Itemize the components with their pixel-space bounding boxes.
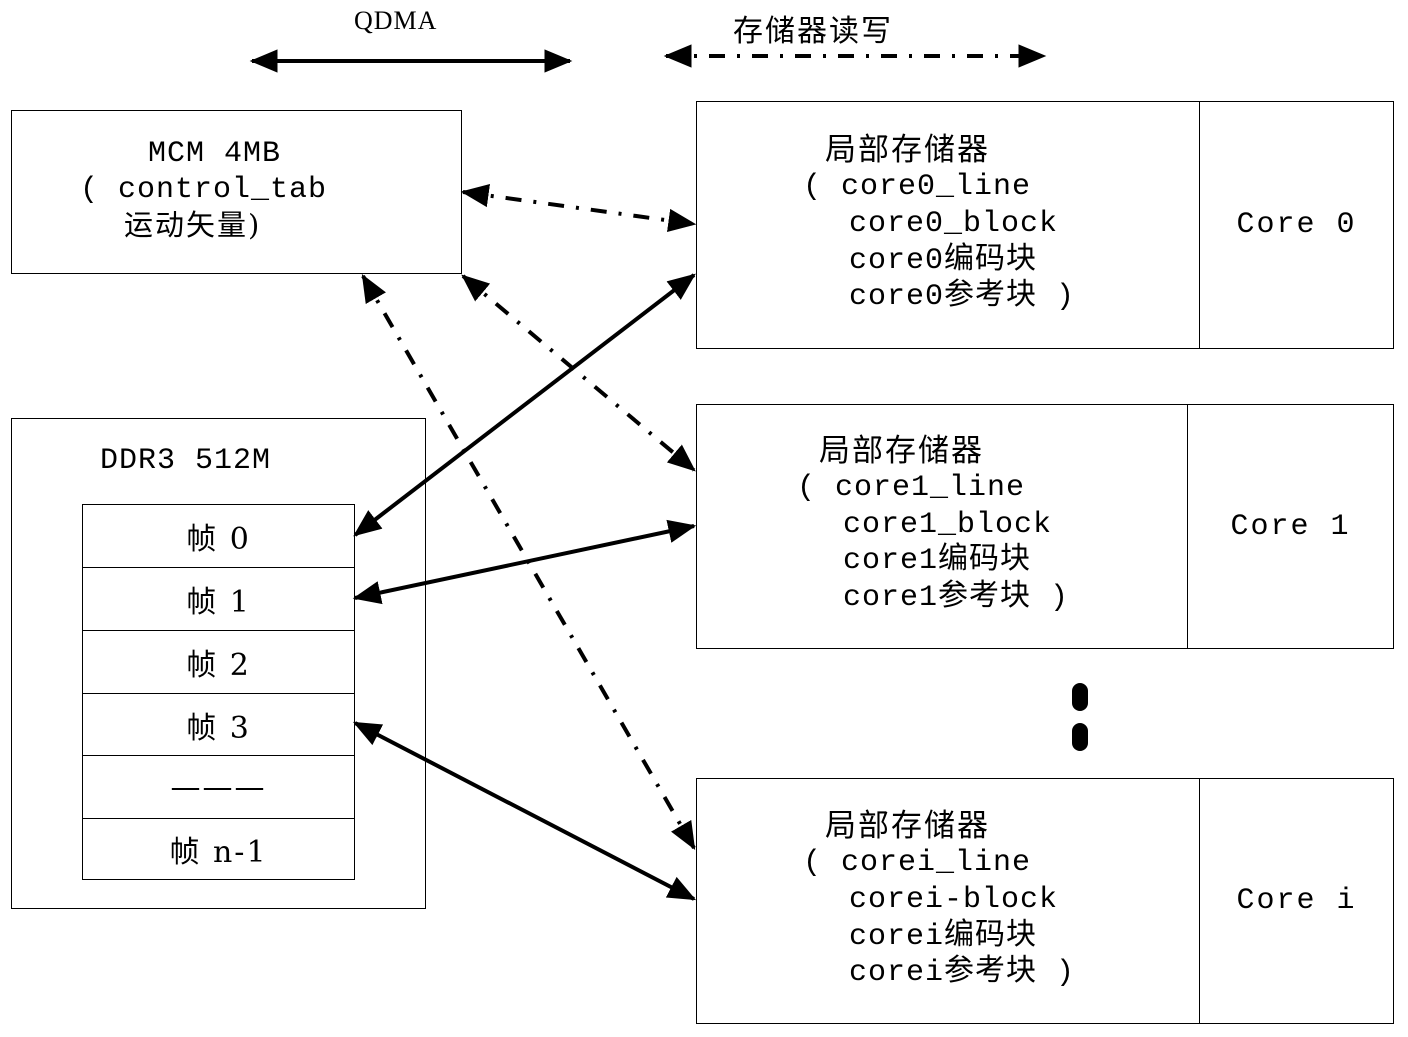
mcm-core0-memory-arrow [460,183,697,233]
mcm-core1-memory-arrow [461,274,696,472]
connection-layer [249,44,1047,901]
frame1-core1-qdma-arrow [352,519,697,605]
frame3-corei-qdma-arrow [352,721,697,901]
frame0-core0-qdma-arrow [353,273,696,537]
